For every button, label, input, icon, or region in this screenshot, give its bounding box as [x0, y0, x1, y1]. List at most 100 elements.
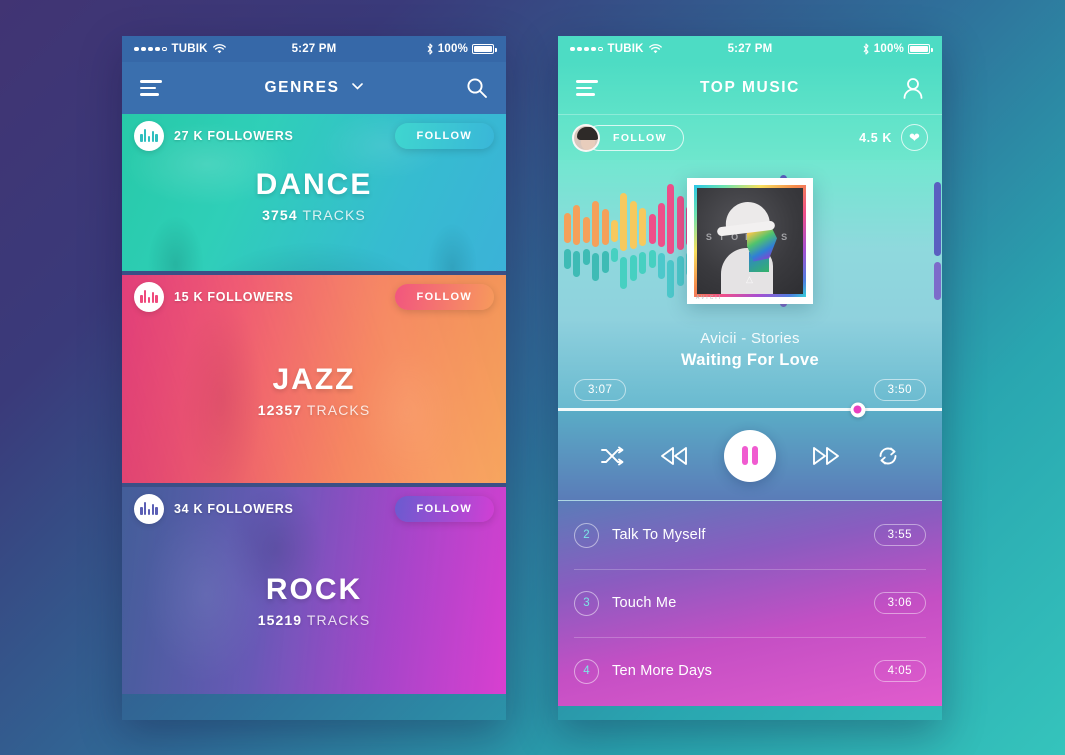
signal-strength-icon: [570, 46, 603, 52]
shuffle-icon[interactable]: [600, 446, 624, 466]
album-artwork-image: STORIES △: [694, 184, 806, 297]
playlist-item-duration: 3:55: [873, 524, 926, 546]
playlist-item-number: 3: [574, 590, 599, 616]
progress-handle[interactable]: [850, 402, 866, 417]
card-body-jazz: JAZZ 12357 TRACKS: [122, 363, 506, 418]
status-bar-right: TUBIK 5:27 PM 100%: [558, 36, 942, 62]
phone-genres: TUBIK 5:27 PM 100% GENRES 27 K FOLLOWERS…: [122, 36, 506, 720]
phone-player: TUBIK 5:27 PM 100% TOP MUSIC FOLLOW 4.5 …: [558, 36, 942, 720]
card-header-dance: 27 K FOLLOWERS FOLLOW: [122, 114, 506, 158]
equalizer-bar: [601, 208, 609, 273]
album-caption-label: AVICII: [696, 294, 723, 301]
navbar-genres: GENRES: [122, 62, 506, 114]
playlist-item-title: Ten More Days: [612, 663, 713, 679]
equalizer-bar: [573, 204, 581, 277]
user-profile-icon[interactable]: [902, 77, 924, 100]
card-header-rock: 34 K FOLLOWERS FOLLOW: [122, 487, 506, 531]
social-row: FOLLOW 4.5 K ❤: [558, 114, 942, 160]
pause-icon[interactable]: [723, 429, 776, 482]
search-icon[interactable]: [466, 77, 488, 99]
playlist-item-title: Talk To Myself: [612, 527, 706, 543]
rewind-icon[interactable]: [659, 445, 689, 467]
current-time-label: 3:07: [574, 379, 627, 401]
avicii-logo-icon: △: [746, 273, 754, 284]
player-artwork-area: STORIES △ AVICII: [558, 160, 942, 321]
genre-name-label: JAZZ: [272, 363, 356, 396]
playlist-item[interactable]: 3 Touch Me 3:06: [558, 569, 942, 637]
equalizer-bar: [657, 202, 665, 279]
playlist: 2 Talk To Myself 3:55 3 Touch Me 3:06 4 Ten Mor…: [558, 501, 942, 706]
status-bar-left-group: TUBIK: [570, 43, 662, 55]
genre-tracks-label: TRACKS: [306, 612, 371, 628]
playlist-item-duration: 4:05: [873, 660, 926, 682]
playback-controls: [558, 411, 942, 501]
equalizer-bar: [667, 183, 675, 298]
repeat-icon[interactable]: [876, 444, 900, 468]
battery-percent-label: 100%: [873, 43, 904, 55]
page-title-label: GENRES: [264, 79, 340, 96]
equalizer-bar: [629, 200, 637, 281]
follow-button-artist[interactable]: FOLLOW: [586, 124, 684, 151]
wifi-icon: [648, 43, 662, 53]
playlist-item-duration: 3:06: [873, 592, 926, 614]
equalizer-bar: [592, 200, 600, 281]
page-title-top-music: TOP MUSIC: [700, 79, 800, 96]
genre-tracks-label: TRACKS: [306, 402, 371, 418]
playlist-item[interactable]: 4 Ten More Days 4:05: [558, 637, 942, 705]
follow-button-rock[interactable]: FOLLOW: [394, 496, 494, 522]
total-time-label: 3:50: [873, 379, 926, 401]
genre-tracks-line: 12357 TRACKS: [122, 402, 506, 418]
followers-count-label: 15 K FOLLOWERS: [174, 290, 294, 304]
navbar-player: TOP MUSIC: [558, 62, 942, 114]
genre-card-dance[interactable]: 27 K FOLLOWERS FOLLOW DANCE 3754 TRACKS: [122, 114, 506, 271]
equalizer-bar: [564, 212, 571, 269]
album-cover[interactable]: STORIES △ AVICII: [687, 177, 813, 304]
wifi-icon: [212, 43, 226, 53]
genre-card-rock[interactable]: 34 K FOLLOWERS FOLLOW ROCK 15219 TRACKS: [122, 487, 506, 694]
track-artist-label: Avicii - Stories: [700, 330, 800, 347]
equalizer-bar: [610, 219, 618, 262]
bluetooth-icon: [863, 43, 869, 55]
track-info: Avicii - Stories Waiting For Love 3:07 3…: [558, 321, 942, 417]
equalizer-bar: [639, 207, 647, 274]
playlist-item-number: 4: [574, 658, 599, 684]
profile-button[interactable]: [902, 77, 924, 100]
heart-icon[interactable]: ❤: [901, 124, 928, 151]
genre-card-jazz[interactable]: 15 K FOLLOWERS FOLLOW JAZZ 12357 TRACKS: [122, 275, 506, 483]
genre-tracks-count: 3754: [262, 207, 298, 223]
carrier-label: TUBIK: [607, 43, 644, 55]
equalizer-badge-icon: [134, 282, 164, 312]
equalizer-badge-icon: [134, 494, 164, 524]
playlist-item-title: Touch Me: [612, 595, 677, 611]
likes-group: 4.5 K ❤: [859, 124, 928, 151]
time-row: 3:07 3:50: [558, 370, 942, 401]
equalizer-badge-icon: [134, 121, 164, 151]
genre-card-list: 27 K FOLLOWERS FOLLOW DANCE 3754 TRACKS: [122, 114, 506, 720]
genre-name-label: DANCE: [255, 168, 373, 201]
playlist-item[interactable]: 2 Talk To Myself 3:55: [558, 501, 942, 569]
equalizer-bar: [934, 181, 942, 300]
bluetooth-icon: [427, 43, 433, 55]
like-count-label: 4.5 K: [859, 130, 892, 145]
battery-icon: [908, 44, 933, 54]
progress-bar[interactable]: [558, 402, 942, 417]
equalizer-bar: [582, 216, 590, 265]
track-title-label: Waiting For Love: [680, 351, 820, 369]
genre-tracks-count: 12357: [257, 402, 303, 418]
card-body-rock: ROCK 15219 TRACKS: [122, 573, 506, 628]
search-button[interactable]: [466, 77, 488, 99]
hamburger-menu-icon[interactable]: [576, 80, 598, 96]
status-bar-right-group: 100%: [426, 43, 497, 55]
follow-button-jazz[interactable]: FOLLOW: [394, 284, 494, 310]
battery-icon: [472, 44, 497, 54]
hamburger-menu-icon[interactable]: [140, 80, 162, 96]
equalizer-bar: [676, 195, 684, 286]
fast-forward-icon[interactable]: [811, 445, 841, 467]
signal-strength-icon: [134, 46, 167, 52]
carrier-label: TUBIK: [171, 43, 208, 55]
genre-tracks-label: TRACKS: [302, 207, 366, 223]
user-avatar[interactable]: [572, 123, 600, 152]
chevron-down-icon[interactable]: [352, 83, 364, 90]
follow-button-dance[interactable]: FOLLOW: [394, 123, 494, 149]
equalizer-bar: [620, 192, 628, 289]
